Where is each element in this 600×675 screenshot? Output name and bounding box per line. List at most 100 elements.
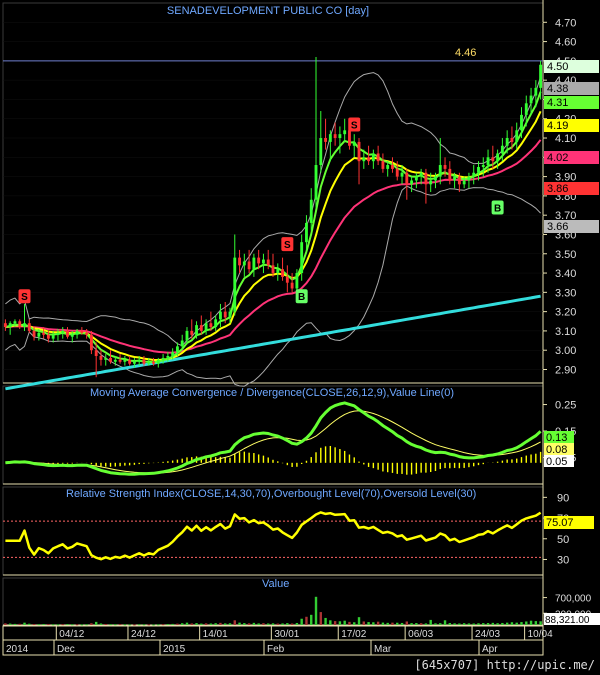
candle-body — [309, 199, 313, 223]
price-tick-label: 4.70 — [555, 17, 576, 29]
candle-body — [142, 359, 146, 364]
candle-body — [285, 276, 289, 283]
macd-badge-label: 0.05 — [546, 456, 567, 468]
volume-bar — [515, 622, 518, 625]
candle-body — [266, 259, 270, 266]
volume-bar — [496, 623, 499, 625]
candle-body — [61, 330, 65, 333]
volume-bar — [47, 624, 50, 626]
price-badge-label: 4.02 — [547, 152, 568, 164]
candle-body — [190, 330, 194, 335]
volume-bar — [410, 623, 413, 625]
volume-bar — [161, 624, 165, 626]
volume-bar — [8, 623, 12, 625]
volume-bar — [42, 623, 45, 625]
candle-body — [305, 222, 308, 243]
candle-body — [247, 261, 251, 270]
volume-bar — [501, 622, 504, 625]
volume-bar — [453, 623, 456, 625]
volume-bar — [114, 624, 117, 626]
candle-body — [175, 346, 179, 353]
volume-bar — [353, 622, 356, 625]
volume-bar — [214, 623, 217, 625]
volume-bar — [271, 623, 275, 625]
candle-body — [180, 340, 184, 347]
volume-bar — [4, 623, 7, 625]
volume-bar — [190, 623, 193, 625]
rsi-line — [5, 511, 542, 561]
candle-body — [18, 321, 22, 328]
date-tick-label: 24/03 — [475, 629, 500, 640]
volume-bar — [228, 623, 232, 625]
macd-signal-line — [5, 410, 541, 474]
candle-body — [434, 176, 437, 181]
candle-body — [252, 257, 256, 270]
candle-body — [99, 355, 103, 360]
price-tick-label: 3.90 — [555, 172, 576, 184]
candle-body — [367, 157, 371, 162]
candle-body — [400, 172, 404, 177]
period-label: Dec — [57, 644, 75, 655]
volume-bar — [257, 623, 260, 625]
candle-body — [281, 269, 284, 277]
price-tick-label: 3.40 — [555, 268, 576, 280]
signal-label: B — [494, 203, 501, 214]
price-tick-label: 3.50 — [555, 249, 576, 261]
volume-bar — [386, 622, 389, 625]
candle-body — [381, 161, 385, 169]
volume-bar — [267, 623, 270, 625]
candle-body — [13, 321, 17, 324]
volume-bar — [28, 623, 31, 625]
volume-bar — [329, 620, 332, 625]
candle-body — [123, 359, 127, 362]
period-label: Apr — [482, 644, 498, 655]
candle-body — [80, 330, 84, 333]
volume-bar — [142, 624, 146, 626]
volume-bar — [367, 622, 370, 625]
volume-bar — [357, 617, 361, 625]
volume-bar — [224, 623, 227, 625]
candle-body — [233, 257, 237, 312]
volume-bar — [424, 623, 428, 625]
candle-body — [276, 269, 280, 274]
date-tick-label: 14/01 — [203, 629, 228, 640]
candle-body — [333, 134, 337, 139]
candle-body — [491, 157, 495, 162]
volume-bar — [80, 624, 84, 626]
volume-bar — [166, 624, 170, 626]
volume-bar — [324, 617, 327, 625]
ema-long-line — [5, 139, 542, 354]
candle-body — [56, 332, 60, 335]
signal-label: S — [284, 240, 291, 251]
candle-body — [328, 134, 332, 142]
volume-bar — [171, 623, 174, 625]
candle-body — [386, 165, 390, 169]
price-tick-label: 3.10 — [555, 326, 576, 338]
volume-bar — [233, 620, 236, 625]
candle-body — [242, 261, 246, 266]
volume-bar — [51, 624, 55, 626]
candle-body — [438, 165, 442, 177]
candle-body — [118, 359, 122, 362]
volume-bar — [243, 623, 246, 625]
volume-bar — [333, 621, 337, 625]
candle-body — [524, 103, 528, 115]
long-moving-average-line — [5, 294, 541, 391]
macd-badge-label: 0.13 — [546, 432, 567, 444]
volume-bar — [18, 623, 21, 625]
volume-bar — [152, 624, 155, 626]
candle-body — [405, 172, 409, 185]
candle-body — [371, 153, 375, 162]
volume-bar — [295, 622, 299, 625]
volume-bar — [300, 618, 303, 625]
candle-body — [395, 168, 399, 177]
candle-body — [362, 157, 366, 162]
volume-bar — [176, 623, 179, 625]
candle-body — [75, 330, 79, 335]
candle-body — [171, 352, 175, 356]
volume-bar — [381, 622, 385, 625]
candle-body — [472, 172, 476, 177]
volume-bar — [362, 621, 365, 625]
candle-body — [42, 332, 46, 335]
volume-bar — [520, 622, 523, 625]
